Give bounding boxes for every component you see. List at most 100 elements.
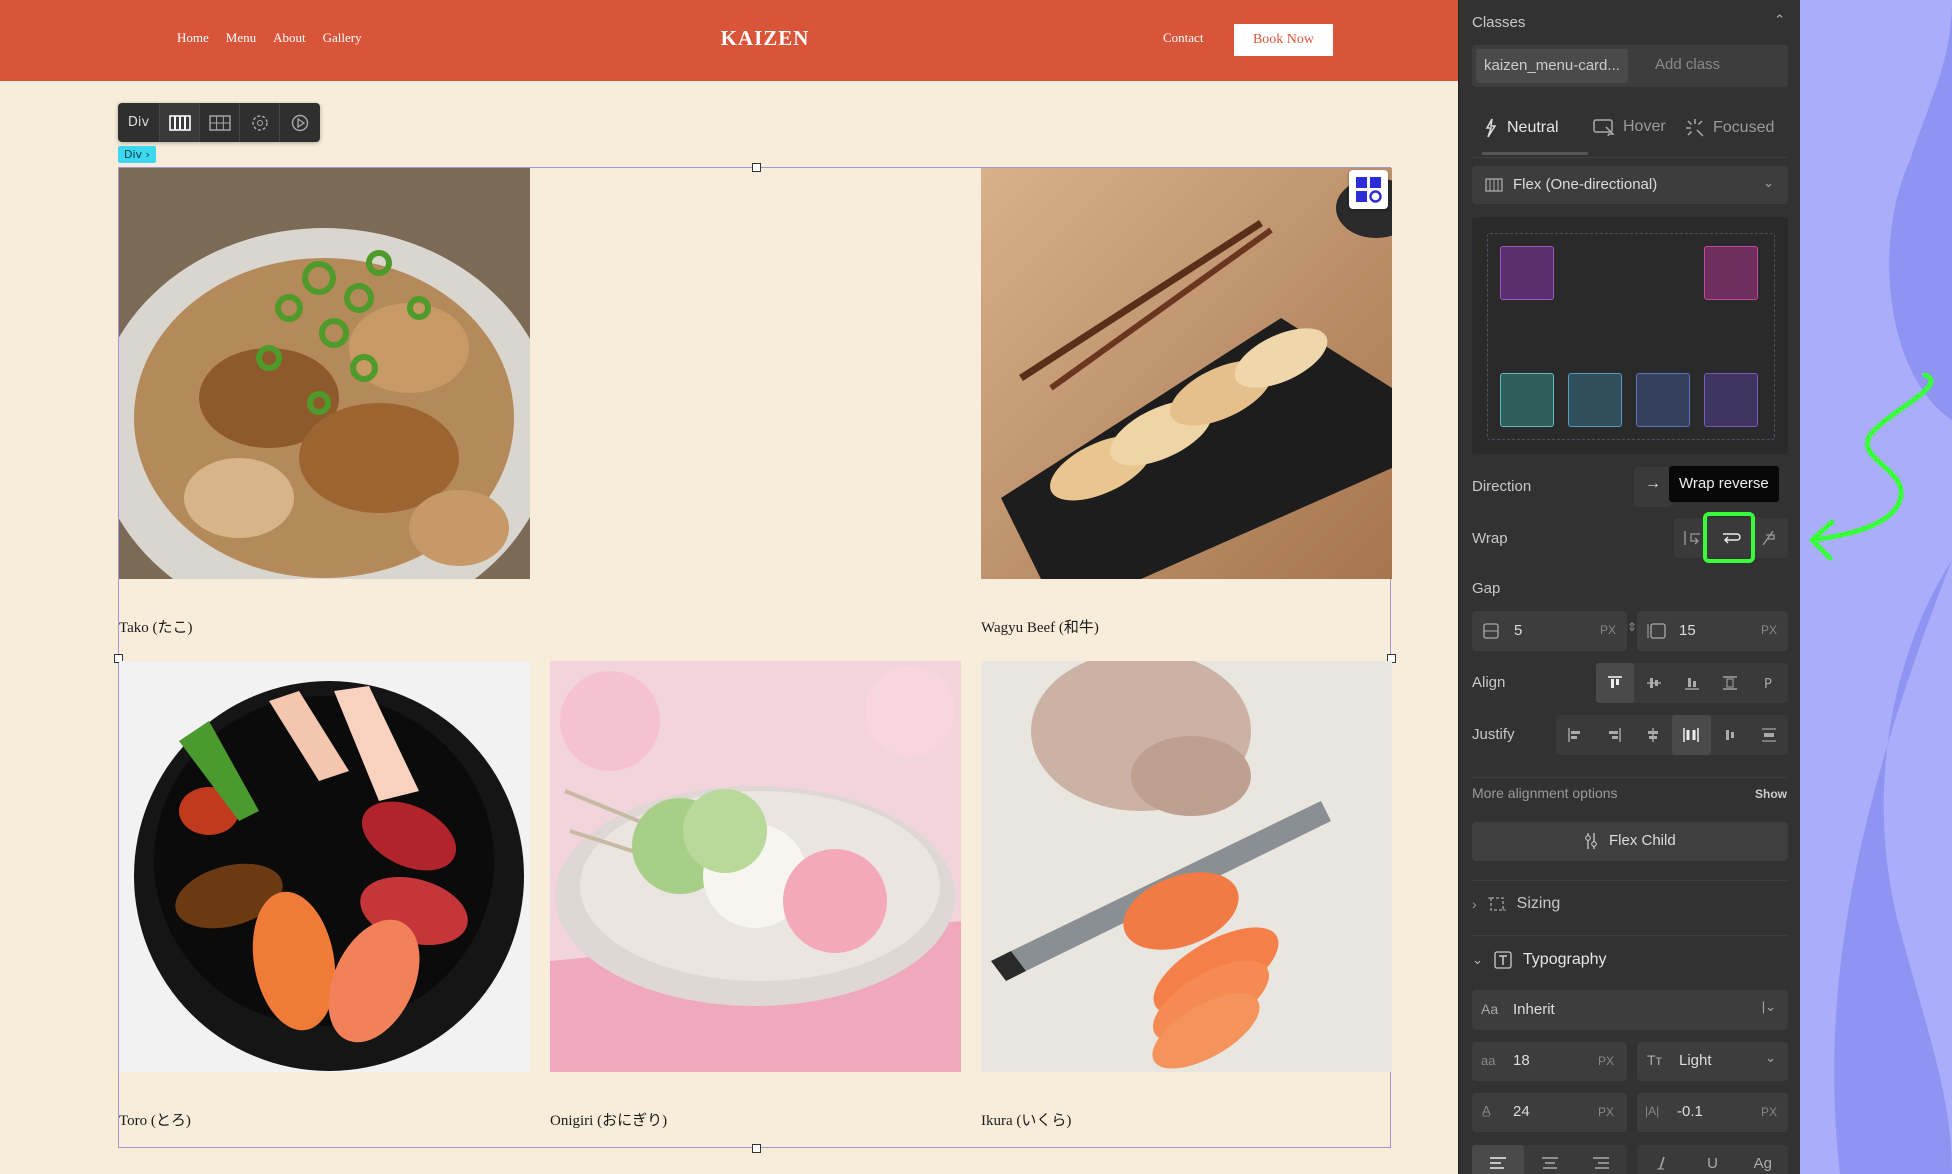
wrap-reverse-icon[interactable] [1750,518,1788,558]
column-gap-icon [1647,623,1666,639]
show-more-button[interactable]: Show [1755,787,1787,801]
classes-title: Classes [1472,14,1526,31]
annotation-arrow-icon [1809,372,1934,561]
justify-evenly-icon[interactable] [1749,715,1788,755]
collapse-chevron-icon[interactable]: ⌃ [1774,12,1785,28]
preview-item [1704,246,1758,300]
direction-row-button[interactable]: → [1634,467,1672,507]
align-right-icon[interactable] [1575,1145,1627,1174]
align-left-icon[interactable] [1472,1145,1524,1174]
column-gap-input[interactable]: 15 PX [1637,611,1788,651]
photo-ikura [981,661,1392,1072]
tab-focused[interactable]: Focused [1685,118,1774,138]
line-height-unit: PX [1598,1105,1615,1119]
preview-item [1568,373,1622,427]
font-weight-select[interactable]: Tт Light ⌄ [1637,1042,1788,1081]
tabs-divider [1472,157,1787,158]
add-class-input[interactable]: Add class [1655,56,1720,73]
align-center-text-icon[interactable] [1524,1145,1576,1174]
caption-ikura: Ikura (いくら) [981,1113,1072,1129]
caption-toro: Toro (とろ) [119,1113,191,1129]
preview-item [1500,373,1554,427]
layout-mode-select[interactable]: Flex (One-directional) ⌄ [1472,166,1788,204]
flex-layout-icon [1485,178,1503,192]
tab-focused-label: Focused [1713,119,1775,136]
flex-preview [1472,217,1788,454]
grid-layout-icon[interactable] [200,103,240,142]
font-size-unit: PX [1598,1054,1615,1068]
justify-end-icon[interactable] [1595,715,1634,755]
font-family-select[interactable]: Aa Inherit |⌄ [1472,990,1788,1030]
align-stretch-icon[interactable] [1711,663,1749,703]
link-gap-icon[interactable]: ⇕ [1627,620,1637,634]
tooltip: Wrap reverse [1669,466,1779,502]
justify-center-icon[interactable] [1633,715,1672,755]
font-weight-icon: Tт [1647,1052,1662,1068]
design-canvas[interactable]: Home Menu About Gallery KAIZEN Contact B… [0,0,1458,1174]
justify-between-icon[interactable] [1672,715,1711,755]
tab-hover[interactable]: Hover [1593,118,1666,136]
flex-layout-icon[interactable] [160,103,200,142]
menu-card-toro[interactable]: Toro (とろ) [119,661,530,1129]
hover-icon [1593,119,1615,136]
breadcrumb[interactable]: Div › [118,146,156,163]
photo-onigiri [550,661,961,1072]
element-type-label[interactable]: Div [118,103,160,142]
row-gap-unit: PX [1600,623,1617,637]
resize-handle-top[interactable] [752,163,761,172]
gap-label: Gap [1472,580,1501,597]
svg-text:P: P [1764,677,1772,691]
font-icon: Aa [1481,1001,1499,1017]
chevron-down-icon: ⌄ [1763,175,1774,190]
text-case-icon[interactable]: Ag [1738,1145,1788,1174]
book-now-button[interactable]: Book Now [1234,24,1333,56]
focused-icon [1686,119,1704,137]
class-selector[interactable]: kaizen_menu-card... Add class [1472,45,1788,87]
menu-card-ikura[interactable]: Ikura (いくら) [981,661,1392,1129]
menu-card-onigiri[interactable]: Onigiri (おにぎり) [550,661,961,1129]
sizing-label: Sizing [1516,895,1561,912]
align-baseline-icon[interactable]: P [1750,663,1788,703]
text-align-options [1472,1145,1627,1174]
italic-icon[interactable] [1637,1145,1687,1174]
menu-card-tako[interactable]: Tako (たこ) [119,168,530,636]
decorative-waves [1834,0,1952,1174]
section-divider [1472,880,1787,881]
sizing-icon [1487,897,1506,911]
align-end-icon[interactable] [1673,663,1711,703]
nav-contact[interactable]: Contact [1163,30,1203,46]
menu-card-wagyu[interactable]: Wagyu Beef (和牛) [981,168,1392,636]
section-divider [1472,777,1787,778]
component-icon[interactable] [240,103,280,142]
underline-icon[interactable]: U [1687,1145,1737,1174]
letter-spacing-input[interactable]: |A| -0.1 PX [1637,1093,1788,1132]
preview-item [1500,246,1554,300]
align-options: P [1596,663,1788,703]
justify-around-icon[interactable] [1711,715,1750,755]
chevron-down-icon: ⌄ [1765,1050,1776,1065]
section-divider [1472,935,1787,936]
align-start-icon[interactable] [1596,663,1635,703]
interaction-icon[interactable] [280,103,320,142]
layout-mode-label: Flex (One-directional) [1513,176,1658,193]
line-height-input[interactable]: A̲ 24 PX [1472,1093,1627,1132]
photo-tako [119,168,530,579]
font-size-value: 18 [1513,1052,1530,1069]
class-chip[interactable]: kaizen_menu-card... [1476,49,1628,83]
preview-item [1636,373,1690,427]
justify-start-icon[interactable] [1556,715,1595,755]
caption-tako: Tako (たこ) [119,620,193,636]
font-size-input[interactable]: aa 18 PX [1472,1042,1627,1081]
tab-neutral[interactable]: Neutral [1483,118,1559,138]
resize-handle-bottom[interactable] [752,1144,761,1153]
align-center-icon[interactable] [1634,663,1672,703]
neutral-icon [1485,118,1497,138]
style-panel: Classes ⌃ kaizen_menu-card... Add class … [1458,0,1800,1174]
grid-settings-icon[interactable] [1349,170,1388,209]
justify-options [1556,715,1788,755]
flex-child-button[interactable]: Flex Child [1472,822,1788,861]
row-gap-input[interactable]: 5 PX [1472,611,1627,651]
typography-section-header[interactable]: ⌄ Typography [1472,950,1607,970]
sizing-section-header[interactable]: › Sizing [1472,894,1560,914]
breadcrumb-label: Div [124,148,143,161]
